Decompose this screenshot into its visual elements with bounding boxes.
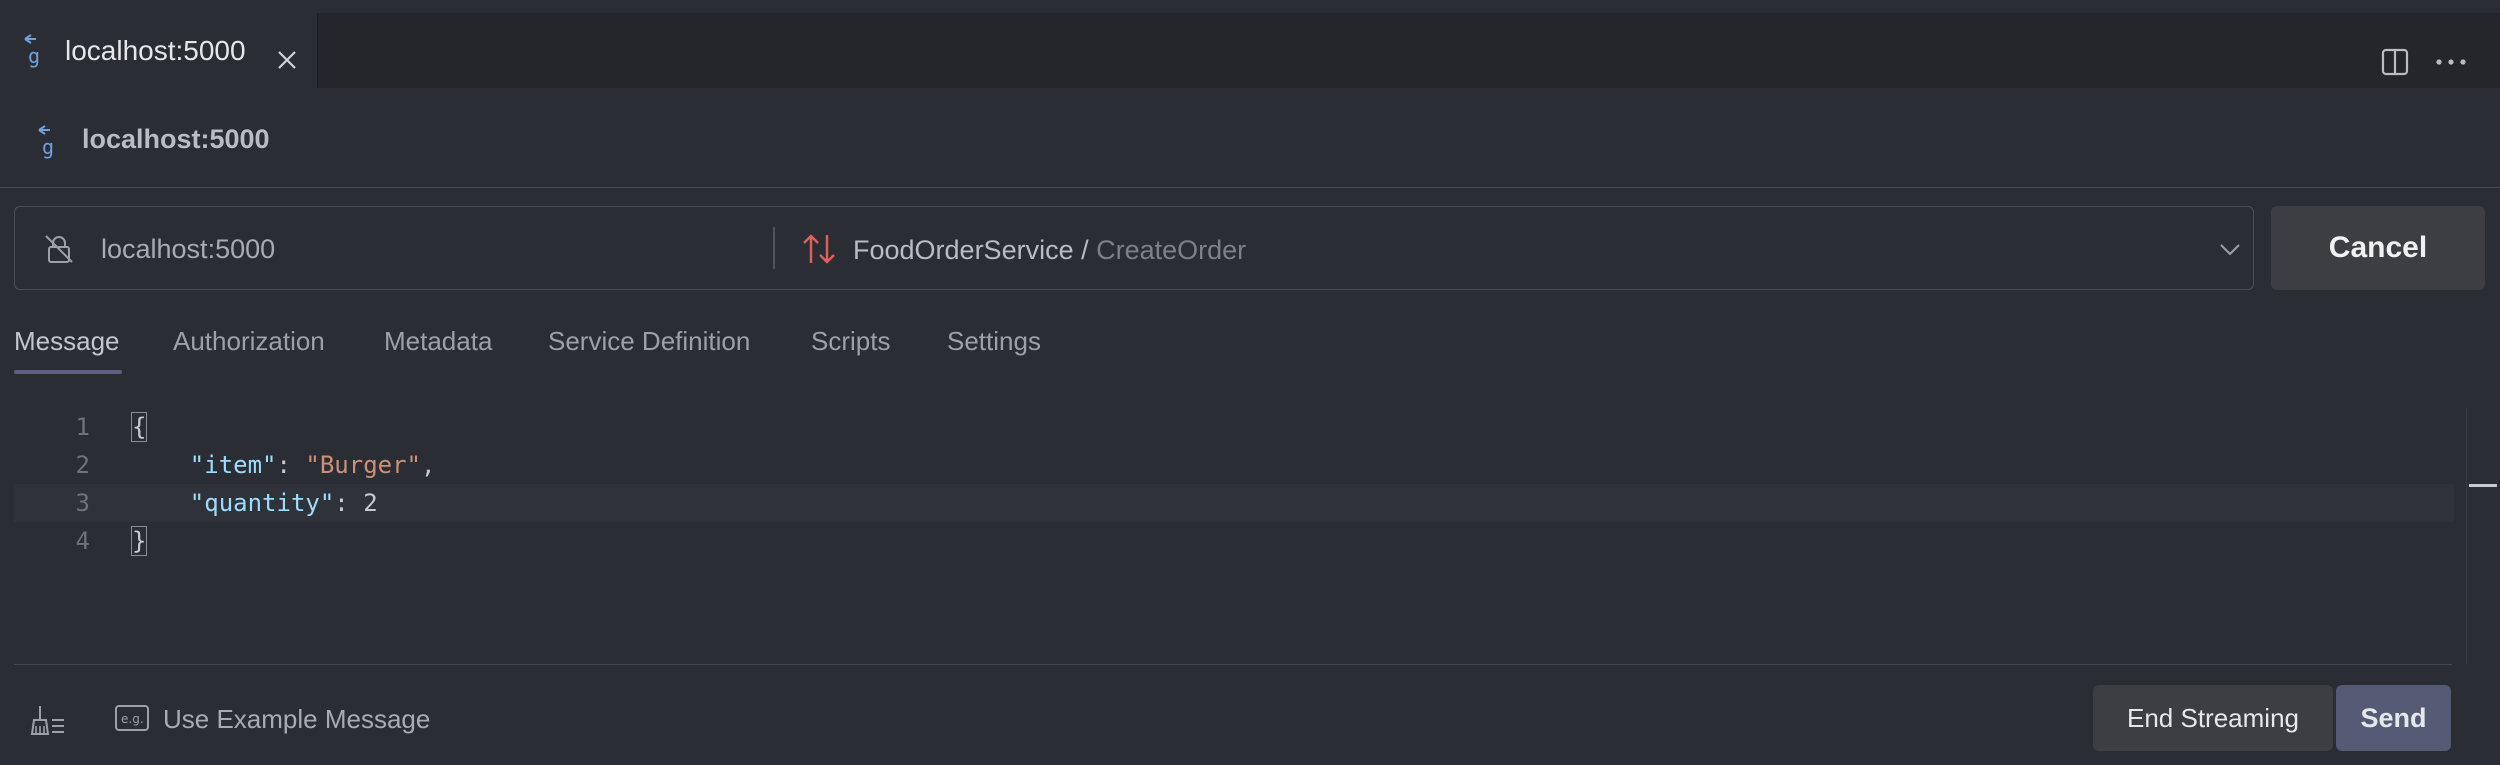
editor-tab-strip: g localhost:5000 — [0, 0, 2500, 88]
tab-scripts[interactable]: Scripts — [811, 326, 890, 357]
divider — [14, 664, 2452, 665]
page-title: localhost:5000 — [82, 124, 270, 154]
divider — [0, 187, 2500, 188]
svg-text:e.g.: e.g. — [121, 712, 144, 726]
line-number: 4 — [75, 527, 90, 555]
close-icon[interactable] — [276, 49, 298, 71]
json-colon: : — [334, 489, 364, 517]
code-line: 1 { — [14, 408, 2454, 446]
tab-settings[interactable]: Settings — [947, 326, 1041, 357]
json-key: "quantity" — [189, 489, 335, 517]
json-comma: , — [421, 451, 436, 479]
json-number-value: 2 — [363, 489, 378, 517]
service-name: FoodOrderService — [853, 235, 1074, 265]
path-separator: / — [1073, 235, 1097, 265]
scroll-position-marker — [2469, 484, 2497, 487]
server-url-input[interactable] — [101, 231, 701, 267]
grpc-g-icon: g — [38, 125, 54, 159]
json-string-value: "Burger" — [305, 451, 421, 479]
grpc-g-icon: g — [24, 34, 40, 68]
code-line: 4 } — [14, 522, 2454, 560]
code-line: 2 "item": "Burger", — [14, 446, 2454, 484]
method-selector[interactable]: FoodOrderService / CreateOrder — [853, 235, 1246, 266]
tab-title: localhost:5000 — [65, 35, 246, 66]
example-icon[interactable]: e.g. — [114, 704, 150, 732]
json-colon: : — [276, 451, 306, 479]
clear-format-icon[interactable] — [28, 702, 66, 738]
tab-localhost[interactable]: g localhost:5000 — [0, 13, 318, 88]
tab-metadata[interactable]: Metadata — [384, 326, 492, 357]
use-example-message-button[interactable]: Use Example Message — [163, 704, 430, 735]
divider — [773, 227, 775, 269]
line-number: 2 — [75, 451, 90, 479]
editor-scrollbar[interactable] — [2466, 408, 2467, 664]
request-header: g localhost:5000 — [0, 88, 2500, 188]
svg-text:g: g — [28, 44, 40, 68]
cancel-button[interactable]: Cancel — [2271, 206, 2485, 290]
code-line-current: 3 "quantity": 2 — [14, 484, 2454, 522]
tab-authorization[interactable]: Authorization — [173, 326, 325, 357]
end-streaming-button[interactable]: End Streaming — [2093, 685, 2333, 751]
method-name: CreateOrder — [1096, 235, 1247, 265]
svg-text:g: g — [42, 135, 54, 159]
more-actions-icon[interactable] — [2434, 47, 2468, 77]
json-key: "item" — [189, 451, 277, 479]
json-brace: } — [130, 526, 148, 556]
address-bar: FoodOrderService / CreateOrder — [14, 206, 2254, 290]
message-editor[interactable]: 1 { 2 "item": "Burger", 3 "quantity": 2 … — [14, 408, 2497, 664]
line-number: 1 — [75, 413, 90, 441]
tab-message[interactable]: Message — [14, 326, 120, 357]
split-editor-icon[interactable] — [2380, 47, 2410, 77]
line-number: 3 — [75, 489, 90, 517]
bidirectional-stream-icon — [803, 234, 835, 264]
tab-service-definition[interactable]: Service Definition — [548, 326, 750, 357]
json-brace: { — [130, 412, 148, 442]
chevron-down-icon[interactable] — [2219, 239, 2241, 259]
tls-off-lock-icon[interactable] — [43, 233, 75, 265]
send-button[interactable]: Send — [2336, 685, 2451, 751]
active-tab-indicator — [14, 370, 122, 374]
